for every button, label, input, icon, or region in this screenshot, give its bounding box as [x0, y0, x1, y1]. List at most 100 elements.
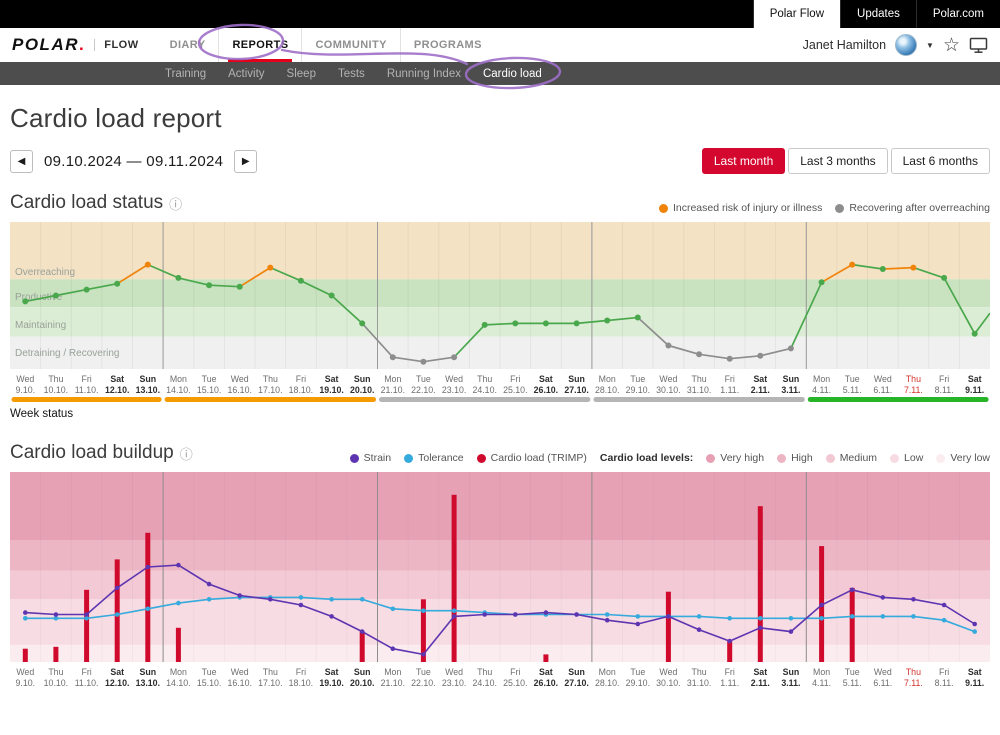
- svg-text:Fri: Fri: [510, 374, 520, 384]
- svg-text:10.10.: 10.10.: [44, 385, 68, 395]
- svg-text:Thu: Thu: [692, 374, 707, 384]
- svg-text:Wed: Wed: [445, 667, 463, 677]
- polar-logo[interactable]: POLAR.: [12, 35, 85, 55]
- legend-label: Tolerance: [418, 452, 464, 464]
- subnav-cardio-load[interactable]: Cardio load: [483, 68, 542, 80]
- svg-text:Sun: Sun: [568, 374, 585, 384]
- svg-text:18.10.: 18.10.: [289, 385, 313, 395]
- status-title-text: Cardio load status: [10, 192, 163, 214]
- svg-text:7.11.: 7.11.: [904, 678, 923, 688]
- svg-text:Tue: Tue: [202, 667, 217, 677]
- next-period-button[interactable]: ▶: [234, 150, 257, 173]
- svg-text:Sat: Sat: [968, 374, 982, 384]
- nav-programs[interactable]: PROGRAMS: [400, 28, 495, 62]
- svg-text:Mon: Mon: [813, 374, 830, 384]
- topbar-tab-polar-flow[interactable]: Polar Flow: [753, 0, 840, 28]
- svg-text:19.10.: 19.10.: [319, 678, 343, 688]
- svg-text:24.10.: 24.10.: [472, 678, 496, 688]
- period-last-3-months-button[interactable]: Last 3 months: [788, 148, 887, 174]
- legend-label: Low: [904, 452, 923, 464]
- svg-text:Thu: Thu: [692, 667, 707, 677]
- svg-text:29.10.: 29.10.: [626, 678, 650, 688]
- svg-text:Tue: Tue: [630, 667, 645, 677]
- svg-text:Wed: Wed: [445, 374, 463, 384]
- legend-tolerance: Tolerance: [404, 452, 464, 464]
- period-button-group: Last month Last 3 months Last 6 months: [702, 148, 990, 174]
- svg-text:Overreaching: Overreaching: [15, 267, 75, 278]
- svg-text:Thu: Thu: [263, 374, 278, 384]
- date-range-label: 09.10.2024 — 09.11.2024: [44, 153, 223, 170]
- avatar[interactable]: [895, 34, 917, 56]
- favorites-star-icon[interactable]: ☆: [943, 36, 960, 55]
- svg-text:14.10.: 14.10.: [166, 385, 190, 395]
- info-icon[interactable]: ⓘ: [169, 194, 182, 213]
- chevron-down-icon[interactable]: ▼: [926, 41, 934, 50]
- svg-text:4.11.: 4.11.: [812, 385, 831, 395]
- cardio-load-status-chart[interactable]: OverreachingProductiveMaintainingDetrain…: [10, 222, 990, 405]
- svg-text:Wed: Wed: [16, 667, 34, 677]
- svg-text:Tue: Tue: [845, 374, 860, 384]
- prev-period-button[interactable]: ◀: [10, 150, 33, 173]
- topbar-tab-updates[interactable]: Updates: [840, 0, 916, 28]
- svg-text:21.10.: 21.10.: [381, 678, 405, 688]
- pink-dot-icon: [706, 454, 715, 463]
- svg-text:Sun: Sun: [139, 374, 156, 384]
- svg-text:Wed: Wed: [659, 667, 677, 677]
- svg-text:6.11.: 6.11.: [873, 678, 892, 688]
- svg-text:19.10.: 19.10.: [319, 385, 343, 395]
- svg-text:Fri: Fri: [81, 374, 91, 384]
- svg-text:9.11.: 9.11.: [965, 385, 984, 395]
- svg-text:Mon: Mon: [384, 374, 401, 384]
- subnav-sleep[interactable]: Sleep: [287, 68, 316, 80]
- nav-diary[interactable]: DIARY: [157, 28, 219, 62]
- nav-reports[interactable]: REPORTS: [218, 28, 301, 62]
- subnav-training[interactable]: Training: [165, 68, 206, 80]
- svg-text:20.10.: 20.10.: [350, 385, 374, 395]
- info-icon[interactable]: ⓘ: [180, 444, 193, 463]
- pink-dot-icon: [936, 454, 945, 463]
- user-name[interactable]: Janet Hamilton: [803, 38, 886, 52]
- red-dot-icon: [477, 454, 486, 463]
- svg-text:Sat: Sat: [753, 374, 767, 384]
- svg-text:Thu: Thu: [48, 667, 63, 677]
- svg-text:Wed: Wed: [874, 374, 892, 384]
- subnav-tests[interactable]: Tests: [338, 68, 365, 80]
- svg-text:Mon: Mon: [813, 667, 830, 677]
- svg-text:Sat: Sat: [539, 374, 553, 384]
- display-monitor-icon[interactable]: [969, 37, 988, 54]
- svg-text:Wed: Wed: [231, 374, 249, 384]
- svg-text:2.11.: 2.11.: [751, 385, 770, 395]
- legend-label: Very low: [950, 452, 990, 464]
- polar-logo-dot: .: [79, 35, 85, 54]
- svg-text:Thu: Thu: [906, 667, 921, 677]
- legend-injury-risk: Increased risk of injury or illness: [659, 202, 822, 214]
- svg-text:9.10.: 9.10.: [16, 678, 36, 688]
- pink-dot-icon: [826, 454, 835, 463]
- svg-text:Thu: Thu: [906, 374, 921, 384]
- period-last-6-months-button[interactable]: Last 6 months: [891, 148, 990, 174]
- svg-text:Fri: Fri: [296, 667, 306, 677]
- status-section-title: Cardio load status ⓘ: [10, 192, 182, 214]
- subnav-activity[interactable]: Activity: [228, 68, 264, 80]
- svg-text:Sat: Sat: [539, 667, 553, 677]
- main-nav: DIARY REPORTS COMMUNITY PROGRAMS: [157, 28, 495, 62]
- cardio-load-buildup-chart[interactable]: Wed9.10.Thu10.10.Fri11.10.Sat12.10.Sun13…: [10, 472, 990, 690]
- svg-text:Tue: Tue: [202, 374, 217, 384]
- legend-level-low: Low: [890, 452, 923, 464]
- svg-text:12.10.: 12.10.: [105, 385, 129, 395]
- subnav-running-index[interactable]: Running Index: [387, 68, 461, 80]
- svg-text:21.10.: 21.10.: [381, 385, 405, 395]
- legend-label: Strain: [364, 452, 391, 464]
- period-last-month-button[interactable]: Last month: [702, 148, 785, 174]
- blue-dot-icon: [404, 454, 413, 463]
- svg-text:15.10.: 15.10.: [197, 678, 221, 688]
- svg-text:Fri: Fri: [939, 667, 949, 677]
- nav-community[interactable]: COMMUNITY: [301, 28, 399, 62]
- svg-text:15.10.: 15.10.: [197, 385, 221, 395]
- legend-strain: Strain: [350, 452, 391, 464]
- svg-text:Wed: Wed: [659, 374, 677, 384]
- topbar-tab-polar-com[interactable]: Polar.com: [916, 0, 1000, 28]
- legend-level-high: High: [777, 452, 813, 464]
- svg-text:31.10.: 31.10.: [687, 385, 711, 395]
- legend-level-medium: Medium: [826, 452, 877, 464]
